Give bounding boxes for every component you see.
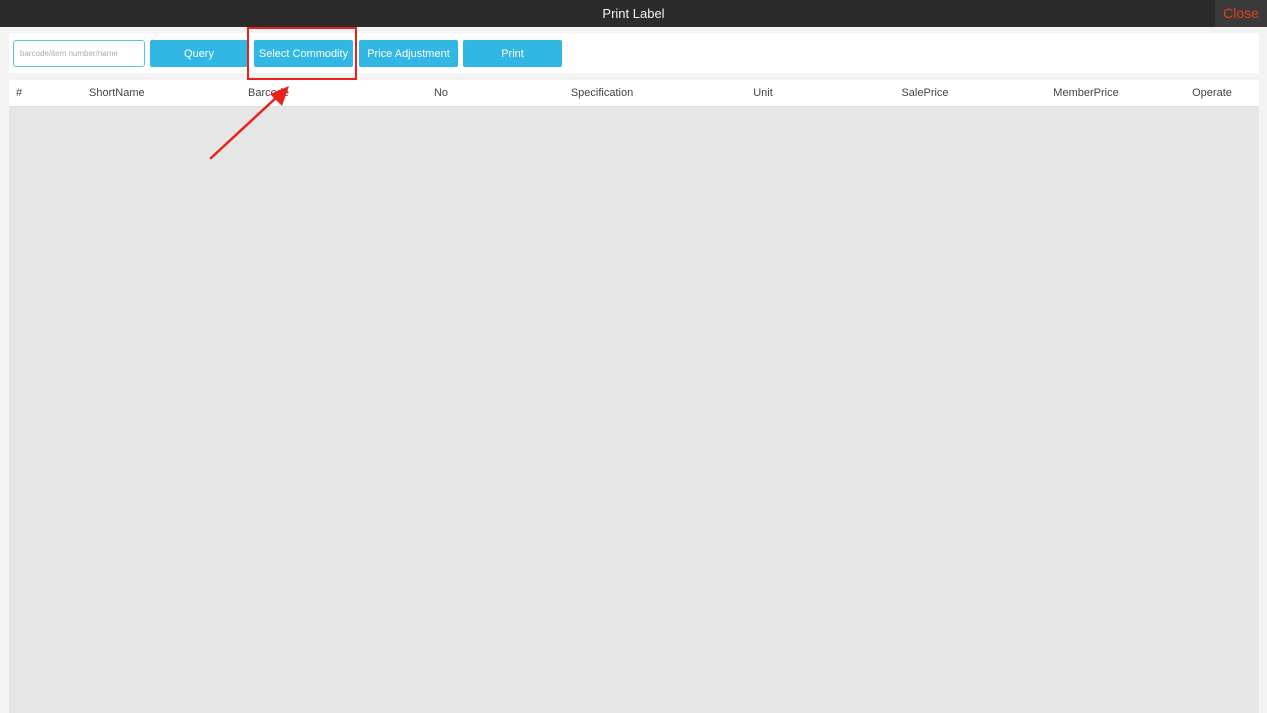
column-header-saleprice: SalePrice [901,87,949,99]
commodity-table: # ShortName Barcode No Specification Uni… [9,80,1259,713]
close-button[interactable]: Close [1215,0,1267,27]
window-title: Print Label [602,6,665,21]
column-header-barcode: Barcode [248,87,289,99]
print-button[interactable]: Print [463,40,562,67]
table-header: # ShortName Barcode No Specification Uni… [9,80,1259,107]
column-header-memberprice: MemberPrice [1053,87,1119,99]
print-label-window: Print Label Close Query Select Commodity… [0,0,1267,713]
search-input[interactable] [13,40,145,67]
column-header-operate: Operate [1192,87,1232,99]
column-header-unit: Unit [753,87,773,99]
query-button[interactable]: Query [150,40,248,67]
title-bar: Print Label Close [0,0,1267,27]
select-commodity-button[interactable]: Select Commodity [254,40,353,67]
column-header-shortname: ShortName [89,87,145,99]
price-adjustment-button[interactable]: Price Adjustment [359,40,458,67]
column-header-no: No [433,87,449,99]
column-header-index: # [16,87,23,99]
toolbar: Query Select Commodity Price Adjustment … [9,33,1259,73]
column-header-specification: Specification [570,87,634,99]
